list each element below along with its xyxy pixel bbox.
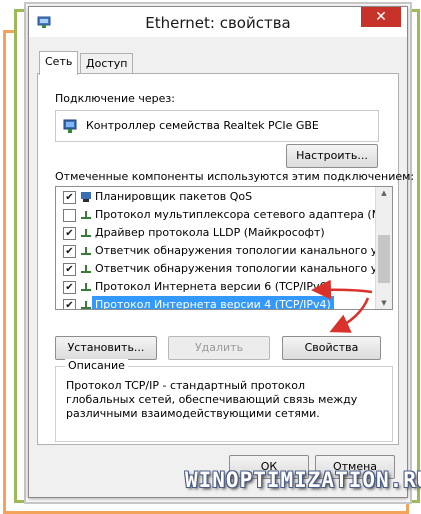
properties-button[interactable]: Свойства [282,336,381,360]
protocol-icon [81,265,91,273]
checkbox-checked[interactable]: ✔ [63,227,76,240]
checkbox-unchecked[interactable] [63,209,76,222]
close-button[interactable]: ✕ [361,7,401,27]
components-label: Отмеченные компоненты используются этим … [55,170,415,183]
component-name: Протокол Интернета версии 6 (TCP/IPv6) [95,280,331,293]
list-item[interactable]: ✔ Ответчик обнаружения топологии канальн… [56,260,392,278]
adapter-field: Контроллер семейства Realtek PCIe GBE [55,110,379,142]
list-item-selected[interactable]: ✔ Протокол Интернета версии 4 (TCP/IPv4) [56,296,374,309]
remove-button[interactable]: Удалить [168,336,270,360]
list-item[interactable]: Протокол мультиплексора сетевого адаптер… [56,206,392,224]
install-button[interactable]: Установить... [55,336,157,360]
list-item[interactable]: ✔ Драйвер протокола LLDP (Майкрософт) [56,224,374,242]
component-name: Планировщик пакетов QoS [95,190,253,203]
protocol-icon [81,247,91,255]
adapter-name: Контроллер семейства Realtek PCIe GBE [86,119,319,132]
protocol-icon [81,301,91,309]
scroll-down-icon[interactable]: ▼ [376,299,392,307]
description-legend: Описание [65,359,128,372]
component-name: Протокол мультиплексора сетевого адаптер… [95,208,393,221]
component-name: Протокол Интернета версии 4 (TCP/IPv4) [92,296,334,309]
title-bar: Ethernet: свойства ✕ [29,7,407,37]
list-item[interactable]: ✔ Протокол Интернета версии 6 (TCP/IPv6) [56,278,374,296]
list-item[interactable]: ✔ Ответчик обнаружения топологии канальн… [56,242,392,260]
component-name: Ответчик обнаружения топологии канальног… [95,262,393,275]
watermark-logo: WINOPTIMIZATION.RU [185,468,421,492]
scroll-up-icon[interactable]: ▲ [376,189,392,197]
checkbox-checked[interactable]: ✔ [63,191,76,204]
configure-button[interactable]: Настроить... [286,144,378,168]
network-icon [81,192,91,202]
list-scrollbar[interactable]: ▲ ▼ [375,187,392,309]
scroll-thumb[interactable] [378,235,390,283]
protocol-icon [81,211,91,219]
network-tab-panel: Подключение через: Контроллер семейства … [37,73,414,445]
component-name: Драйвер протокола LLDP (Майкрософт) [95,226,325,239]
checkbox-checked[interactable]: ✔ [63,299,76,309]
checkbox-checked[interactable]: ✔ [63,245,76,258]
window-title: Ethernet: свойства [145,14,291,32]
description-text: Протокол TCP/IP - стандартный протокол г… [66,379,358,420]
properties-dialog: Ethernet: свойства ✕ Сеть Доступ Подключ… [28,6,414,498]
connect-via-label: Подключение через: [55,92,175,105]
component-name: Ответчик обнаружения топологии канальног… [95,244,393,257]
protocol-icon [81,229,91,237]
description-group: Описание Протокол TCP/IP - стандартный п… [55,359,393,442]
checkbox-checked[interactable]: ✔ [63,281,76,294]
tab-network[interactable]: Сеть [39,51,79,75]
components-list[interactable]: ✔ Планировщик пакетов QoS Протокол мульт… [55,186,393,310]
network-card-icon [63,119,77,133]
tab-sharing[interactable]: Доступ [80,53,134,74]
list-item[interactable]: ✔ Планировщик пакетов QoS [56,188,374,206]
protocol-icon [81,283,91,291]
checkbox-checked[interactable]: ✔ [63,263,76,276]
